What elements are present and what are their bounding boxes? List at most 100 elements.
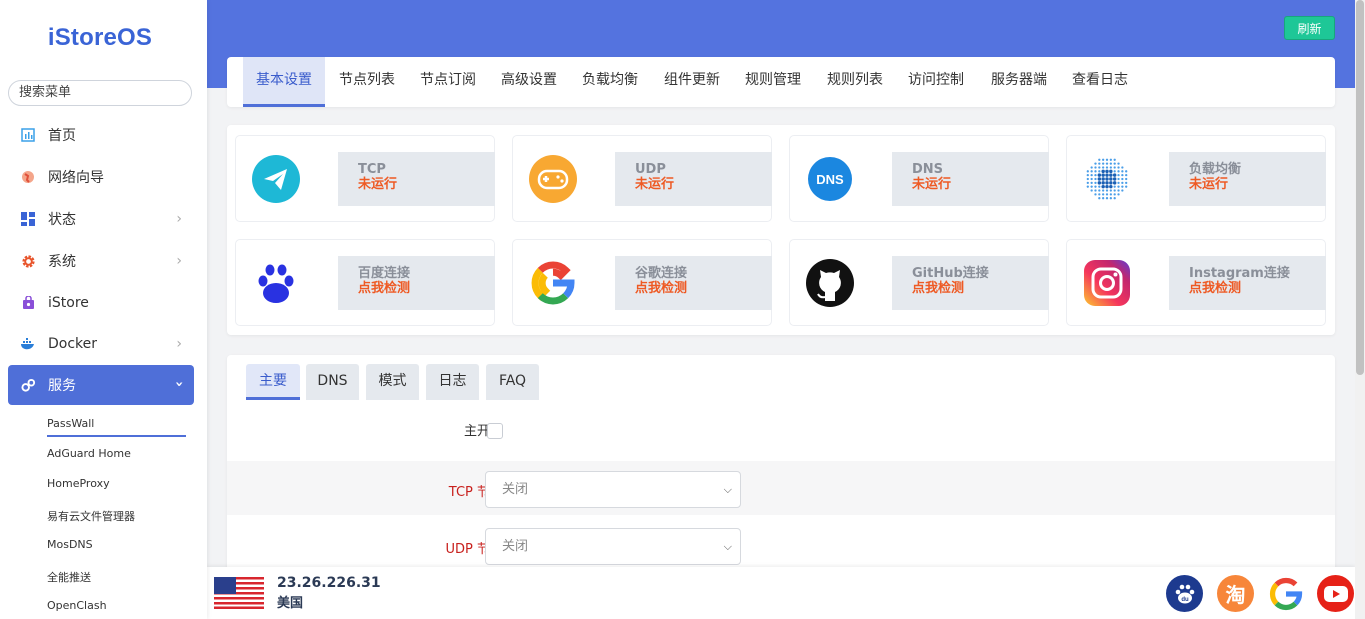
tile-status[interactable]: 点我检测 [912, 281, 1049, 296]
active-subitem-indicator [47, 435, 186, 437]
instagram-icon [1083, 259, 1131, 307]
load-balance-dots-icon [1083, 155, 1131, 203]
github-icon [806, 259, 854, 307]
gamepad-icon [529, 155, 577, 203]
grid-icon [20, 211, 36, 227]
google-g-icon [529, 259, 577, 307]
sidebar-item-services[interactable]: 服务 › [8, 365, 194, 405]
sidebar-subitem-file-manager[interactable]: 易有云文件管理器 [47, 508, 135, 524]
tab-bar: 基本设置 节点列表 节点订阅 高级设置 负载均衡 组件更新 规则管理 规则列表 … [227, 57, 1335, 107]
tile-name: Instagram连接 [1189, 266, 1290, 281]
dashboard-icon [20, 127, 36, 143]
chevron-right-icon: › [176, 253, 182, 269]
tile-status[interactable]: 点我检测 [1189, 281, 1326, 296]
status-tile-instagram[interactable]: Instagram连接 点我检测 [1066, 239, 1326, 326]
status-tile-github[interactable]: GitHub连接 点我检测 [789, 239, 1049, 326]
tile-name: 负载均衡 [1189, 162, 1242, 177]
gear-icon [20, 253, 36, 269]
youtube-icon[interactable] [1317, 575, 1354, 612]
form-row-main-switch [227, 401, 1335, 461]
refresh-button[interactable]: 刷新 [1284, 16, 1335, 40]
sidebar-item-label: 首页 [48, 128, 76, 144]
status-tile-baidu[interactable]: 百度连接 点我检测 [235, 239, 495, 326]
tab-rule-manage[interactable]: 规则管理 [733, 57, 813, 107]
udp-node-select[interactable]: 关闭 ⌵ [485, 528, 741, 565]
sidebar-subitem-mosdns[interactable]: MosDNS [47, 538, 93, 551]
tcp-node-select[interactable]: 关闭 ⌵ [485, 471, 741, 508]
form-row-udp-node [227, 515, 1335, 567]
tile-status: 未运行 [912, 177, 952, 192]
baidu-paw-icon [252, 259, 300, 307]
sidebar-item-label: 系统 [48, 254, 76, 270]
tile-name: GitHub连接 [912, 266, 989, 281]
ip-country: 美国 [277, 596, 304, 611]
tab-server-side[interactable]: 服务器端 [978, 57, 1060, 107]
telegram-plane-icon [252, 155, 300, 203]
svg-text:DNS: DNS [816, 172, 844, 187]
sidebar-item-status[interactable]: 状态 › [8, 199, 194, 239]
subtab-dns[interactable]: DNS [306, 364, 359, 400]
sidebar-item-home[interactable]: 首页 [8, 115, 194, 155]
tcp-node-value: 关闭 [502, 482, 529, 497]
status-tile-udp: UDP 未运行 [512, 135, 772, 222]
brand-logo[interactable]: iStoreOS [0, 24, 200, 52]
tile-name: DNS [912, 162, 944, 177]
sidebar-item-label: 状态 [48, 212, 76, 228]
tab-view-log[interactable]: 查看日志 [1060, 57, 1140, 107]
status-tile-load-balance: 负载均衡 未运行 [1066, 135, 1326, 222]
sidebar-item-system[interactable]: 系统 › [8, 241, 194, 281]
services-gears-icon [20, 377, 36, 393]
google-icon[interactable] [1267, 575, 1304, 612]
chevron-down-icon: ⌵ [723, 540, 732, 553]
status-tile-google[interactable]: 谷歌连接 点我检测 [512, 239, 772, 326]
udp-node-value: 关闭 [502, 539, 529, 554]
sidebar-item-label: Docker [48, 336, 98, 352]
globe-icon [20, 169, 36, 185]
sidebar-item-label: iStore [48, 295, 89, 311]
tile-name: TCP [358, 162, 386, 177]
status-tile-dns: DNS DNS 未运行 [789, 135, 1049, 222]
tab-node-subscribe[interactable]: 节点订阅 [408, 57, 488, 107]
subtab-faq[interactable]: FAQ [486, 364, 539, 400]
store-bag-icon [20, 295, 36, 311]
taobao-icon[interactable]: 淘 [1217, 575, 1254, 612]
subtab-log[interactable]: 日志 [426, 364, 479, 400]
tab-node-list[interactable]: 节点列表 [327, 57, 407, 107]
chevron-right-icon: › [176, 211, 182, 227]
tile-name: 百度连接 [358, 266, 411, 281]
scrollbar-thumb[interactable] [1356, 0, 1364, 375]
subtab-mode[interactable]: 模式 [366, 364, 419, 400]
sidebar-item-network-wizard[interactable]: 网络向导 [8, 157, 194, 197]
tile-status[interactable]: 点我检测 [358, 281, 495, 296]
baidu-icon[interactable]: du [1166, 575, 1203, 612]
tab-load-balance[interactable]: 负载均衡 [570, 57, 650, 107]
sidebar-subitem-push[interactable]: 全能推送 [47, 569, 91, 585]
sidebar-item-istore[interactable]: iStore [8, 283, 194, 323]
dns-globe-icon: DNS [806, 155, 854, 203]
sidebar-subitem-adguard-home[interactable]: AdGuard Home [47, 447, 131, 460]
main-switch-checkbox[interactable] [487, 423, 503, 439]
tile-status[interactable]: 点我检测 [635, 281, 772, 296]
tab-basic-settings[interactable]: 基本设置 [243, 57, 325, 107]
sidebar-item-docker[interactable]: Docker › [8, 324, 194, 364]
subtab-main[interactable]: 主要 [246, 364, 300, 400]
search-menu-input[interactable]: 搜索菜单 [8, 80, 192, 106]
svg-text:du: du [1181, 597, 1189, 603]
tile-status: 未运行 [635, 177, 675, 192]
docker-whale-icon [20, 336, 36, 352]
chevron-down-icon: ⌵ [723, 483, 732, 496]
tab-rule-list[interactable]: 规则列表 [814, 57, 896, 107]
sidebar-subitem-openclash[interactable]: OpenClash [47, 599, 107, 612]
form-row-tcp-node [227, 461, 1335, 515]
sidebar-subitem-passwall[interactable]: PassWall [47, 417, 94, 430]
tab-access-control[interactable]: 访问控制 [896, 57, 976, 107]
sidebar-item-label: 服务 [48, 378, 76, 394]
tab-component-update[interactable]: 组件更新 [651, 57, 733, 107]
chevron-down-icon: › [171, 381, 188, 387]
tab-advanced-settings[interactable]: 高级设置 [489, 57, 569, 107]
tile-name: UDP [635, 162, 666, 177]
tile-status: 未运行 [1189, 177, 1229, 192]
ip-address: 23.26.226.31 [277, 575, 381, 591]
tile-name: 谷歌连接 [635, 266, 688, 281]
sidebar-subitem-homeproxy[interactable]: HomeProxy [47, 477, 110, 490]
